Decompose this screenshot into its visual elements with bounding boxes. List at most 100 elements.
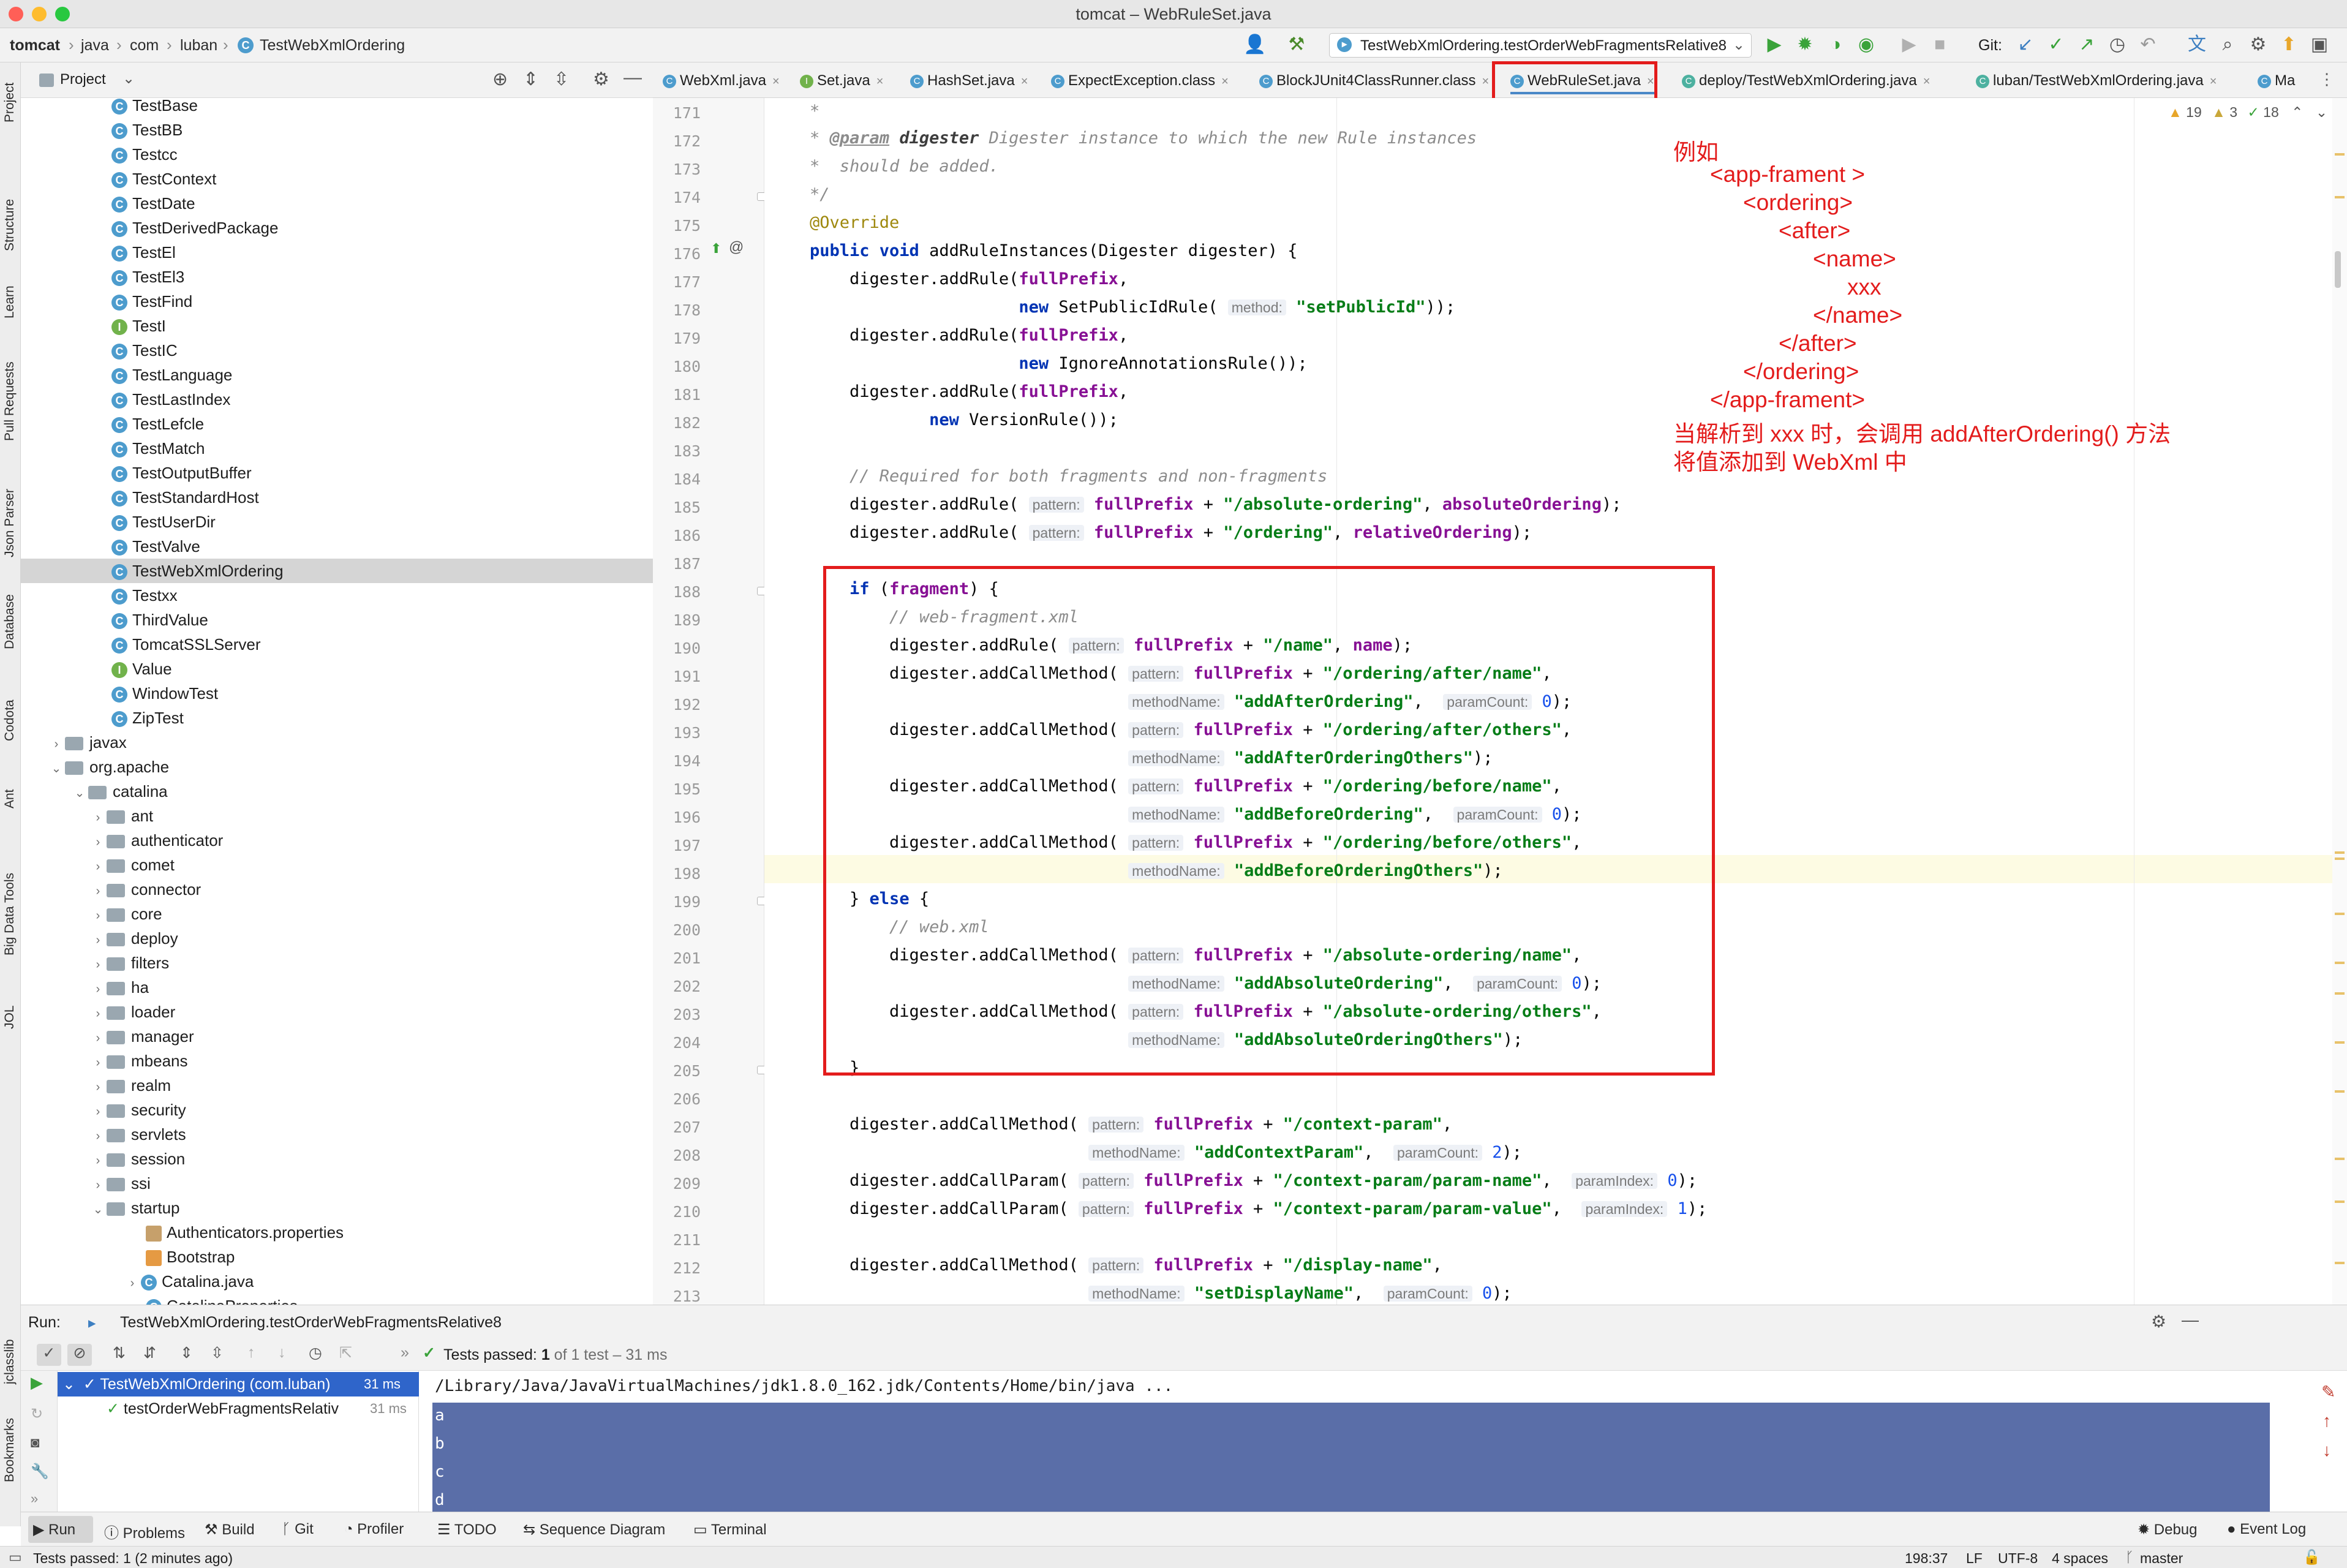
tree-item-testdate[interactable]: C TestDate — [21, 191, 653, 216]
breadcrumb-luban[interactable]: luban — [180, 37, 217, 55]
breadcrumb-com[interactable]: com — [130, 37, 159, 55]
chevron-right-icon[interactable]: › — [89, 830, 107, 854]
chevron-down-icon[interactable]: ⌄ — [48, 756, 65, 781]
tab-deploy-testwebxmlordering[interactable]: Cdeploy/TestWebXmlOrdering.java × — [1682, 67, 1930, 94]
tree-item-servlets[interactable]: › servlets — [21, 1122, 653, 1147]
tree-item-testic[interactable]: C TestIC — [21, 338, 653, 363]
indent-setting[interactable]: 4 spaces — [2052, 1550, 2108, 1567]
line-separator[interactable]: LF — [1966, 1550, 1983, 1567]
tree-item-thirdvalue[interactable]: C ThirdValue — [21, 608, 653, 632]
chevron-down-icon[interactable]: ⌄ — [122, 70, 135, 88]
lock-icon[interactable]: 🔓 — [2303, 1549, 2321, 1566]
tab-build[interactable]: ⚒ Build — [205, 1521, 255, 1539]
tree-item-startup[interactable]: ⌄ startup — [21, 1196, 653, 1220]
tab-profiler[interactable]: ◔ Profiler — [344, 1521, 404, 1538]
tree-item-ssi[interactable]: › ssi — [21, 1171, 653, 1196]
tree-item-mbeans[interactable]: › mbeans — [21, 1049, 653, 1073]
sort-alpha-icon[interactable]: ⇅ — [113, 1344, 126, 1362]
run-config-tab[interactable]: TestWebXmlOrdering.testOrderWebFragments… — [120, 1314, 502, 1332]
tree-item-catalina[interactable]: ⌄ catalina — [21, 779, 653, 804]
chevron-right-icon[interactable]: › — [89, 1148, 107, 1173]
tool-tab-json-parser[interactable]: Json Parser — [2, 489, 17, 557]
close-icon[interactable]: × — [772, 75, 780, 88]
tool-tab-structure[interactable]: Structure — [2, 199, 17, 251]
tree-item-loader[interactable]: › loader — [21, 1000, 653, 1024]
tab-git[interactable]: ᚴ Git — [282, 1521, 314, 1538]
git-update-icon[interactable]: ↙ — [2015, 34, 2036, 55]
chevron-right-icon[interactable]: › — [89, 1173, 107, 1197]
rerun-icon[interactable]: ▶ — [31, 1373, 43, 1392]
tree-item-windowtest[interactable]: C WindowTest — [21, 681, 653, 706]
run-icon[interactable]: ▶ — [1764, 34, 1785, 55]
tree-item-ha[interactable]: › ha — [21, 975, 653, 1000]
show-passed-icon[interactable]: ✓ — [37, 1344, 61, 1366]
tree-item-testcontext[interactable]: C TestContext — [21, 167, 653, 191]
tree-item-testvalve[interactable]: C TestValve — [21, 534, 653, 559]
collapse-all-icon[interactable]: ⇳ — [554, 69, 569, 90]
coverage-icon[interactable]: ◑ — [1825, 34, 1846, 55]
tree-item-value[interactable]: I Value — [21, 657, 653, 681]
tree-item-testbase[interactable]: C TestBase — [21, 98, 653, 118]
tree-item-tomcatsslserver[interactable]: C TomcatSSLServer — [21, 632, 653, 657]
tree-item-testcc[interactable]: C Testcc — [21, 142, 653, 167]
chevron-right-icon[interactable]: › — [89, 1026, 107, 1050]
ide-icon[interactable]: ▣ — [2309, 34, 2330, 55]
more-icon[interactable]: » — [401, 1344, 409, 1362]
chevron-up-icon[interactable]: ⌃ — [2291, 104, 2303, 120]
up-stack-icon[interactable]: ↑ — [2323, 1411, 2331, 1431]
file-encoding[interactable]: UTF-8 — [1998, 1550, 2038, 1567]
chevron-right-icon[interactable]: › — [89, 903, 107, 928]
stop-icon[interactable]: ■ — [1929, 34, 1950, 55]
close-icon[interactable]: × — [1482, 75, 1489, 88]
close-icon[interactable]: × — [1221, 75, 1229, 88]
tree-item-testbb[interactable]: C TestBB — [21, 118, 653, 142]
tab-debug[interactable]: ✹ Debug — [2138, 1521, 2198, 1539]
tree-item-session[interactable]: › session — [21, 1147, 653, 1171]
tree-item-testlastindex[interactable]: C TestLastIndex — [21, 387, 653, 412]
tree-item-testwebxmlordering[interactable]: C TestWebXmlOrdering — [21, 559, 653, 583]
close-icon[interactable]: × — [1923, 75, 1931, 88]
tab-terminal[interactable]: ▭ Terminal — [693, 1521, 767, 1539]
tree-item-testxx[interactable]: C Testxx — [21, 583, 653, 608]
tree-item-ant[interactable]: › ant — [21, 804, 653, 828]
export-icon[interactable]: ⇱ — [339, 1344, 352, 1362]
tab-todo[interactable]: ☰ TODO — [437, 1521, 497, 1539]
tool-tab-ant[interactable]: Ant — [2, 789, 17, 809]
tool-tab-jclasslib[interactable]: jclasslib — [2, 1339, 17, 1384]
chevron-right-icon[interactable]: › — [48, 732, 65, 756]
expand-all-icon[interactable]: ⇕ — [523, 69, 538, 90]
settings-icon[interactable]: ⚙ — [2248, 34, 2269, 55]
camera-icon[interactable]: ◙ — [31, 1434, 40, 1452]
tree-item-manager[interactable]: › manager — [21, 1024, 653, 1049]
test-class-row[interactable]: ⌄ ✓ TestWebXmlOrdering (com.luban) 31 ms — [58, 1372, 419, 1396]
close-icon[interactable]: × — [2210, 75, 2217, 88]
git-push-icon[interactable]: ↗ — [2076, 34, 2097, 55]
tab-luban-testwebxmlordering[interactable]: Cluban/TestWebXmlOrdering.java × — [1976, 67, 2217, 94]
close-icon[interactable]: × — [1021, 75, 1028, 88]
tab-run[interactable]: ▶ Run — [33, 1521, 75, 1539]
debug-icon[interactable]: ✹ — [1795, 34, 1815, 55]
wrench-icon[interactable]: 🔧 — [31, 1463, 49, 1480]
inspection-widget[interactable]: ▲ 19 ▲ 3 ✓ 18 ⌃ ⌄ — [2168, 104, 2327, 121]
chevron-right-icon[interactable]: › — [89, 854, 107, 879]
history-icon[interactable]: ◷ — [309, 1344, 322, 1362]
test-method-row[interactable]: ✓ testOrderWebFragmentsRelativ 31 ms — [58, 1396, 419, 1421]
chevron-right-icon[interactable]: › — [89, 977, 107, 1001]
next-failed-icon[interactable]: ↓ — [278, 1344, 286, 1362]
soft-wrap-icon[interactable]: ✎ — [2321, 1382, 2335, 1402]
history-icon[interactable]: ◷ — [2107, 34, 2128, 55]
expand-all-icon[interactable]: ⇕ — [180, 1344, 193, 1362]
tree-item-testlefcle[interactable]: C TestLefcle — [21, 412, 653, 436]
close-icon[interactable]: × — [876, 75, 884, 88]
rerun-failed-icon[interactable]: ↻ — [31, 1405, 43, 1423]
tree-item-testel3[interactable]: C TestEl3 — [21, 265, 653, 289]
tab-event-log[interactable]: ● Event Log — [2227, 1521, 2306, 1538]
caret-position[interactable]: 198:37 — [1905, 1550, 1948, 1567]
user-icon[interactable]: 👤 — [1243, 34, 1266, 55]
update-icon[interactable]: ⬆ — [2278, 34, 2299, 55]
tree-item-testi[interactable]: I TestI — [21, 314, 653, 338]
tab-sequence-diagram[interactable]: ⇆ Sequence Diagram — [523, 1521, 665, 1539]
tool-tab-database[interactable]: Database — [2, 594, 17, 649]
breadcrumb-java[interactable]: java — [81, 37, 109, 55]
locate-icon[interactable]: ⊕ — [492, 69, 508, 90]
